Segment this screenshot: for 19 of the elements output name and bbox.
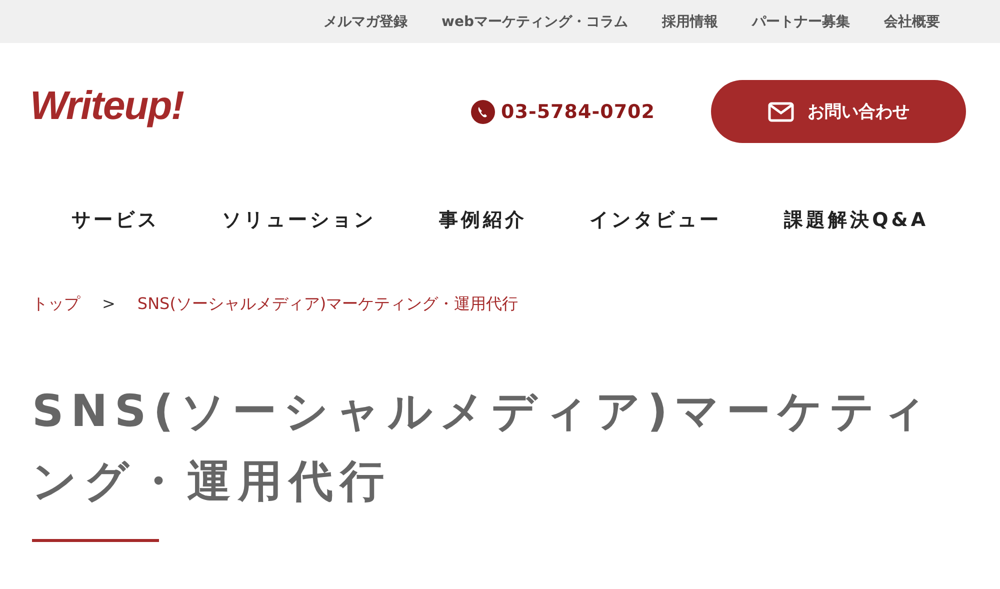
nav-item[interactable]: 事例紹介 bbox=[438, 207, 527, 233]
breadcrumb-link[interactable]: SNS(ソーシャルメディア)マーケティング・運用代行 bbox=[137, 294, 518, 315]
top-link[interactable]: 採用情報 bbox=[662, 12, 718, 30]
contact-button[interactable]: お問い合わせ bbox=[711, 80, 966, 143]
logo[interactable]: Writeup! bbox=[30, 84, 184, 129]
nav-item[interactable]: ソリューション bbox=[222, 207, 376, 233]
mail-icon bbox=[768, 102, 794, 122]
breadcrumb-link[interactable]: トップ bbox=[32, 294, 80, 315]
top-link[interactable]: メルマガ登録 bbox=[324, 12, 408, 30]
phone-icon bbox=[471, 100, 496, 124]
top-link[interactable]: webマーケティング・コラム bbox=[442, 12, 628, 30]
nav-item[interactable]: サービス bbox=[71, 207, 160, 233]
breadcrumb-separator: > bbox=[102, 294, 116, 315]
nav-item[interactable]: 課題解決Q&A bbox=[784, 207, 929, 233]
phone-number[interactable]: 03-5784-0702 bbox=[501, 100, 655, 122]
nav-item[interactable]: インタビュー bbox=[589, 207, 722, 233]
top-link[interactable]: 会社概要 bbox=[884, 12, 940, 30]
page-title: SNS(ソーシャルメディア)マーケティング・運用代行 bbox=[32, 385, 934, 509]
top-link[interactable]: パートナー募集 bbox=[752, 12, 850, 30]
